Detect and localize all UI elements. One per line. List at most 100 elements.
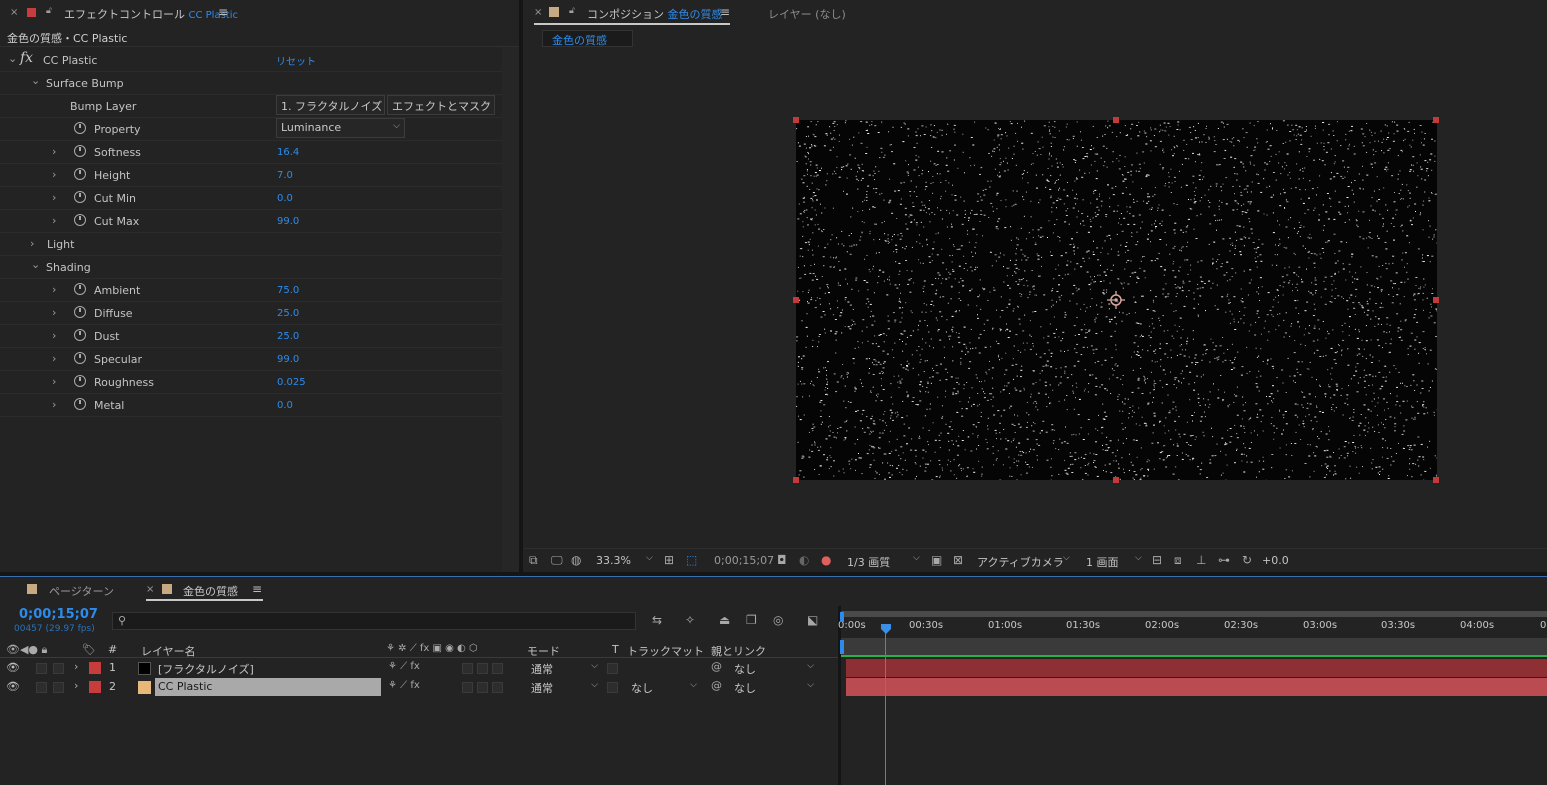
transform-handle[interactable] [793, 297, 799, 303]
tab-effect-controls[interactable]: エフェクトコントロール CC Plastic [64, 6, 238, 22]
expand-arrow-icon[interactable]: ⌄ [8, 52, 17, 65]
stopwatch-icon[interactable] [74, 122, 86, 134]
lock-box[interactable] [53, 663, 64, 674]
comp-mini-flowchart-icon[interactable]: ⇆ [652, 613, 662, 627]
camera-snapshot-icon[interactable]: ◘ [777, 553, 787, 567]
switch-box[interactable] [477, 663, 488, 674]
parent-dropdown[interactable]: なし ⌵ [730, 678, 818, 696]
param-value[interactable]: 0.0 [277, 400, 293, 411]
collapse-arrow-icon[interactable]: ⌄ [31, 74, 40, 87]
pick-whip-icon[interactable]: @ [711, 660, 722, 673]
av-features-icon[interactable]: 👁︎◀● 🔒︎ [6, 643, 47, 657]
preserve-transparency-box[interactable] [607, 663, 618, 674]
color-channels-icon[interactable]: ● [821, 553, 831, 567]
bump-layer-dropdown[interactable]: 1. フラクタルノイズ ⌵ [276, 95, 385, 115]
layer-row[interactable]: 👁︎ › 2 CC Plastic ⚘ ⟋ fx 通常 ⌵ なし ⌵ @ なし ⌵ [0, 678, 838, 697]
tab-timeline-comp[interactable]: 金色の質感 [183, 583, 238, 599]
close-tab-icon[interactable]: × [534, 7, 542, 18]
layer-name[interactable]: [フラクタルノイズ] [158, 661, 254, 677]
switches-icon[interactable]: ⚘ ⟋ fx [388, 661, 420, 672]
param-value[interactable]: 25.0 [277, 308, 299, 319]
timeline-icon[interactable]: ⊥ [1196, 553, 1206, 567]
effect-header-row[interactable]: ⌄ fx CC Plastic リセット [0, 49, 502, 72]
panel-menu-icon[interactable]: ≡ [218, 5, 228, 19]
draft-3d-icon[interactable]: ✧ [685, 613, 695, 627]
transform-handle[interactable] [793, 117, 799, 123]
param-value[interactable]: 7.0 [277, 170, 293, 181]
param-value[interactable]: 99.0 [277, 354, 299, 365]
layer-bar[interactable] [846, 659, 1547, 677]
switch-box[interactable] [462, 682, 473, 693]
expand-arrow-icon[interactable]: › [52, 375, 56, 388]
layer-name[interactable]: CC Plastic [158, 680, 212, 693]
param-value[interactable]: 16.4 [277, 147, 299, 158]
anchor-point-icon[interactable] [1107, 291, 1125, 309]
mask-icon[interactable]: ◍ [571, 553, 581, 567]
param-row[interactable]: › Specular 99.0 [0, 348, 502, 371]
flowchart-icon[interactable]: ⊶ [1218, 553, 1230, 567]
property-dropdown[interactable]: Luminance ⌵ [276, 118, 405, 138]
layer-bar-selected[interactable] [846, 678, 1547, 696]
transform-handle[interactable] [1433, 297, 1439, 303]
fast-previews-icon[interactable]: ⧈ [1174, 553, 1182, 568]
fx-icon[interactable]: fx [20, 50, 33, 66]
stopwatch-icon[interactable] [74, 283, 86, 295]
panel-menu-icon[interactable]: ≡ [720, 5, 730, 19]
param-value[interactable]: 0.025 [277, 377, 306, 388]
surface-bump-group[interactable]: ⌄ Surface Bump [0, 72, 502, 95]
monitor-icon[interactable]: 🖵︎ [551, 553, 563, 568]
parent-dropdown[interactable]: なし ⌵ [730, 659, 818, 677]
stopwatch-icon[interactable] [74, 168, 86, 180]
switch-box[interactable] [492, 663, 503, 674]
tab-composition[interactable]: コンポジション 金色の質感 [587, 6, 723, 22]
panel-menu-icon[interactable]: ≡ [252, 582, 262, 596]
transform-handle[interactable] [793, 477, 799, 483]
work-area-start-handle[interactable] [840, 612, 844, 622]
expand-arrow-icon[interactable]: › [52, 145, 56, 158]
frame-blending-icon[interactable]: ❐ [746, 613, 757, 627]
views-dropdown[interactable]: 1 画面 [1086, 554, 1119, 570]
collapse-arrow-icon[interactable]: ⌄ [31, 258, 40, 271]
transparency-icon[interactable]: ⊠ [953, 553, 963, 567]
expand-arrow-icon[interactable]: › [52, 168, 56, 181]
param-value[interactable]: 99.0 [277, 216, 299, 227]
close-tab-icon[interactable]: × [10, 7, 18, 18]
param-row[interactable]: › Softness 16.4 [0, 141, 502, 164]
chevron-down-icon[interactable]: ⌵ [1063, 553, 1070, 563]
stopwatch-icon[interactable] [74, 306, 86, 318]
work-area-bar[interactable] [841, 611, 1547, 617]
stopwatch-icon[interactable] [74, 352, 86, 364]
graph-editor-icon[interactable]: ⬕ [807, 613, 818, 627]
reset-link[interactable]: リセット [276, 53, 316, 68]
chevron-down-icon[interactable]: ⌵ [1135, 553, 1142, 563]
shading-group[interactable]: ⌄ Shading [0, 256, 502, 279]
lock-box[interactable] [53, 682, 64, 693]
expand-arrow-icon[interactable]: › [74, 679, 78, 692]
scrollbar[interactable] [502, 47, 519, 572]
param-value[interactable]: 0.0 [277, 193, 293, 204]
param-row[interactable]: › Diffuse 25.0 [0, 302, 502, 325]
stopwatch-icon[interactable] [74, 145, 86, 157]
column-layer-name[interactable]: レイヤー名 [141, 643, 196, 659]
switch-box[interactable] [462, 663, 473, 674]
expand-arrow-icon[interactable]: › [74, 660, 78, 673]
label-color-swatch[interactable] [89, 681, 101, 693]
stopwatch-icon[interactable] [74, 191, 86, 203]
comp-chip[interactable]: 金色の質感 [542, 30, 633, 47]
layer-row[interactable]: 👁︎ › 1 [フラクタルノイズ] ⚘ ⟋ fx 通常 ⌵ @ なし ⌵ [0, 659, 838, 678]
expand-arrow-icon[interactable]: › [52, 352, 56, 365]
expand-arrow-icon[interactable]: › [52, 329, 56, 342]
exposure-value[interactable]: +0.0 [1262, 554, 1289, 567]
reset-exposure-icon[interactable]: ↻ [1242, 553, 1252, 567]
label-icon[interactable]: 🏷︎ [82, 643, 96, 656]
playhead-icon[interactable] [880, 623, 892, 635]
lock-icon[interactable]: 🔓︎ [569, 6, 575, 16]
transform-handle[interactable] [1113, 477, 1119, 483]
stopwatch-icon[interactable] [74, 375, 86, 387]
switches-icon[interactable]: ⚘ ⟋ fx [388, 680, 420, 691]
bump-layer-source-dropdown[interactable]: エフェクトとマスク ⌵ [387, 95, 495, 115]
toggle-pixel-aspect-icon[interactable]: ⊟ [1152, 553, 1162, 567]
timeline-timecode[interactable]: 0;00;15;07 [19, 607, 98, 622]
switch-box[interactable] [492, 682, 503, 693]
resolution-dropdown[interactable]: 1/3 画質 [847, 554, 890, 570]
